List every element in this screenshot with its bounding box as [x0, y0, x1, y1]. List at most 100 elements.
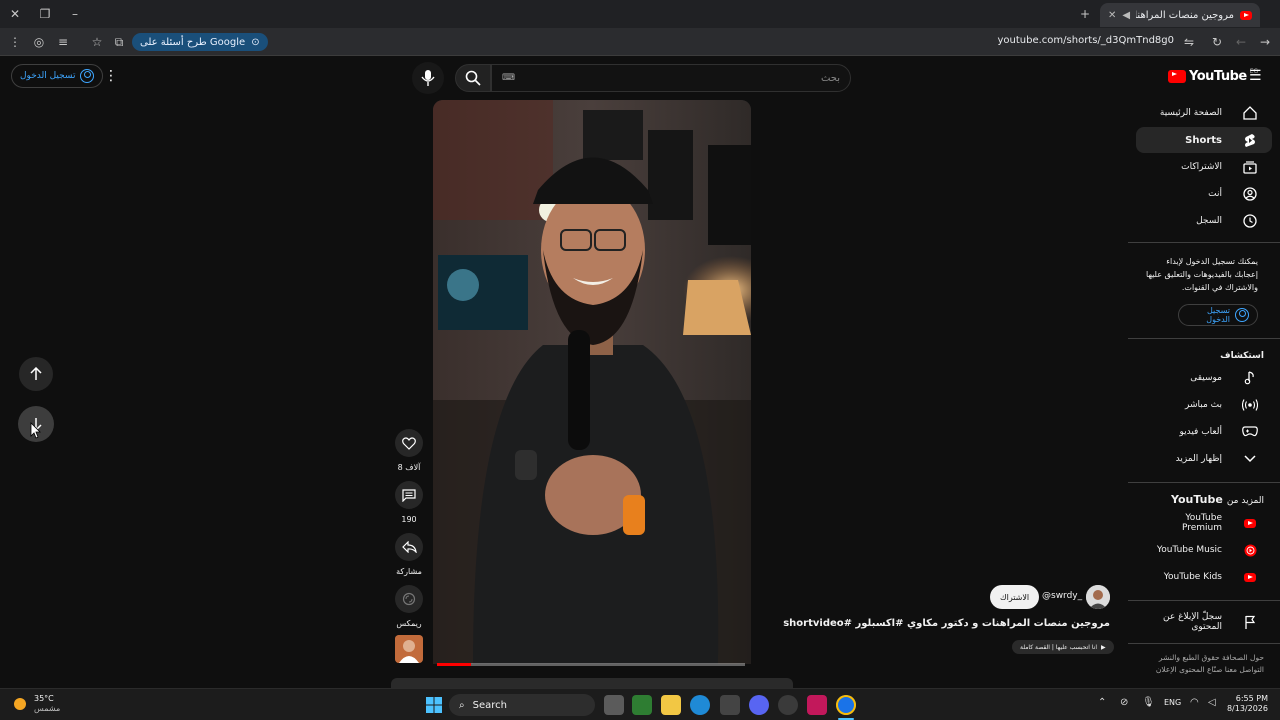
- ask-google-button[interactable]: طرح أسئلة على Google ⊙: [132, 33, 268, 51]
- github-icon[interactable]: [778, 695, 798, 715]
- history-icon: [1242, 213, 1258, 229]
- sidebar-item-youtube-kids[interactable]: YouTube Kids: [1136, 564, 1272, 590]
- you-icon: [1242, 186, 1258, 202]
- new-tab-icon[interactable]: +: [1076, 5, 1094, 23]
- tab-close-icon[interactable]: ✕: [1108, 10, 1116, 21]
- account-circle-icon: [80, 69, 95, 83]
- sidebar-item-show-more[interactable]: إظهار المزيد: [1136, 446, 1272, 472]
- weather-temp: 35°C: [34, 694, 54, 703]
- sidebar-signin-label: تسجيل الدخول: [1206, 306, 1230, 324]
- previous-short-button[interactable]: [19, 357, 53, 391]
- browser-tab[interactable]: مروجين منصات المراهنات و ◀ ✕: [1100, 3, 1260, 27]
- network-off-icon[interactable]: ⊘: [1120, 697, 1128, 708]
- keyboard-icon[interactable]: ⌨: [502, 73, 515, 83]
- reading-list-icon[interactable]: ≡: [54, 33, 72, 51]
- sidebar-divider: [1128, 643, 1280, 644]
- restore-window-icon[interactable]: ❐: [36, 5, 54, 23]
- wifi-icon[interactable]: ◠: [1190, 697, 1199, 708]
- sidebar-divider: [1128, 600, 1280, 601]
- sidebar-item-subscriptions[interactable]: الاشتراكات: [1136, 154, 1272, 180]
- audio-title: انا اتحبسب عليها | القصة كاملة: [1020, 643, 1098, 651]
- clock[interactable]: 6:55 PM 8/13/2026: [1222, 694, 1268, 714]
- remix-button[interactable]: [395, 585, 423, 613]
- settings-menu-icon[interactable]: ⋮: [104, 68, 118, 84]
- youtube-kids-icon: [1242, 569, 1258, 585]
- footer-line[interactable]: حول الصحافة حقوق الطبع والنشر: [1138, 652, 1264, 664]
- reload-icon[interactable]: ↻: [1208, 33, 1226, 51]
- sidebar-item-live[interactable]: بث مباشر: [1136, 392, 1272, 418]
- microphone-icon: [421, 70, 435, 86]
- task-view-icon[interactable]: [604, 695, 624, 715]
- next-short-preview[interactable]: [391, 678, 793, 688]
- like-action: 8 آلاف: [395, 429, 423, 472]
- channel-handle[interactable]: @swrdy_: [1042, 591, 1082, 601]
- more-from-brand: YouTube: [1171, 493, 1223, 506]
- guide-menu-icon[interactable]: ☰: [1249, 68, 1262, 84]
- sidebar-item-shorts[interactable]: Shorts: [1136, 127, 1272, 153]
- sidebar-item-history[interactable]: السجل: [1136, 208, 1272, 234]
- widgets-icon[interactable]: [632, 695, 652, 715]
- taskbar-search[interactable]: ⌕ Search: [449, 694, 595, 716]
- search-button[interactable]: [455, 64, 491, 92]
- audio-thumbnail[interactable]: [395, 635, 423, 663]
- sidebar-divider: [1128, 482, 1280, 483]
- sidebar-signin-button[interactable]: تسجيل الدخول: [1178, 304, 1258, 326]
- channel-avatar[interactable]: [1086, 585, 1110, 609]
- sidebar-item-label: الاشتراكات: [1181, 162, 1222, 172]
- sidebar-item-report-history[interactable]: سجلّ الإبلاغ عن المحتوى: [1136, 609, 1272, 635]
- tab-title: مروجين منصات المراهنات و: [1136, 9, 1234, 21]
- sidebar-item-gaming[interactable]: ألعاب فيديو: [1136, 419, 1272, 445]
- share-page-icon[interactable]: ⧉: [110, 33, 128, 51]
- volume-icon[interactable]: ◁: [1208, 697, 1216, 708]
- footer-line[interactable]: التواصل معنا صنّاع المحتوى الإعلان: [1138, 664, 1264, 676]
- close-window-icon[interactable]: ✕: [6, 5, 24, 23]
- sidebar-item-you[interactable]: أنت: [1136, 181, 1272, 207]
- sidebar-item-music[interactable]: موسيقى: [1136, 365, 1272, 391]
- pocket-icon[interactable]: [807, 695, 827, 715]
- url-text[interactable]: youtube.com/shorts/_d3QmTnd8g0: [997, 35, 1174, 46]
- sidebar-item-youtube-premium[interactable]: YouTube Premium: [1136, 510, 1272, 536]
- bookmark-star-icon[interactable]: ☆: [88, 33, 106, 51]
- chrome-icon[interactable]: [836, 695, 856, 715]
- microphone-tray-icon[interactable]: 🎙: [1142, 697, 1155, 708]
- signin-prompt: يمكنك تسجيل الدخول لإبداء إعجابك بالفيدي…: [1146, 257, 1258, 292]
- account-circle-icon: [1235, 308, 1249, 322]
- share-button[interactable]: [395, 533, 423, 561]
- tab-audio-icon[interactable]: ◀: [1122, 10, 1130, 21]
- account-icon[interactable]: ◎: [30, 33, 48, 51]
- discord-icon[interactable]: [749, 695, 769, 715]
- subscribe-button[interactable]: الاشتراك: [990, 585, 1040, 609]
- short-title[interactable]: مروجين منصات المراهنات و دكتور مكاوي #اك…: [783, 618, 1110, 629]
- file-explorer-icon[interactable]: [661, 695, 681, 715]
- signin-button[interactable]: تسجيل الدخول: [11, 64, 104, 88]
- site-settings-icon[interactable]: ⇋: [1180, 33, 1198, 51]
- playback-progress-track[interactable]: [437, 663, 745, 666]
- language-indicator[interactable]: ENG: [1164, 698, 1181, 707]
- clock-date: 8/13/2026: [1226, 704, 1268, 713]
- search-input[interactable]: بحث ⌨: [491, 64, 851, 92]
- sidebar-item-label: Shorts: [1185, 134, 1222, 146]
- voice-search-button[interactable]: [412, 62, 444, 94]
- back-icon[interactable]: ←: [1232, 33, 1250, 51]
- short-video-player[interactable]: [433, 100, 751, 664]
- subscribe-label: الاشتراك: [1000, 592, 1030, 602]
- remix-label: ريمكس: [396, 619, 422, 628]
- youtube-logo[interactable]: YouTube EG: [1168, 68, 1258, 84]
- audio-pill[interactable]: ▶ انا اتحبسب عليها | القصة كاملة: [1012, 640, 1114, 654]
- tray-overflow-icon[interactable]: ⌃: [1098, 697, 1106, 708]
- windows-start-icon[interactable]: [426, 697, 442, 716]
- logo-text: YouTube: [1189, 69, 1247, 84]
- sidebar-item-home[interactable]: الصفحة الرئيسية: [1136, 100, 1272, 126]
- youtube-page: تسجيل الدخول ⋮ بحث ⌨ YouTube EG ☰ الصفحة…: [0, 56, 1280, 688]
- sidebar-item-youtube-music[interactable]: YouTube Music: [1136, 537, 1272, 563]
- more-menu-icon[interactable]: ⋮: [6, 33, 24, 51]
- sun-icon[interactable]: [14, 698, 26, 710]
- forward-icon[interactable]: →: [1256, 33, 1274, 51]
- store-icon[interactable]: [720, 695, 740, 715]
- youtube-favicon-icon: [1240, 10, 1252, 20]
- like-button[interactable]: [395, 429, 423, 457]
- comment-button[interactable]: [395, 481, 423, 509]
- weather-widget[interactable]: 35°C مشمس: [34, 694, 60, 714]
- minimize-window-icon[interactable]: –: [66, 5, 84, 23]
- edge-icon[interactable]: [690, 695, 710, 715]
